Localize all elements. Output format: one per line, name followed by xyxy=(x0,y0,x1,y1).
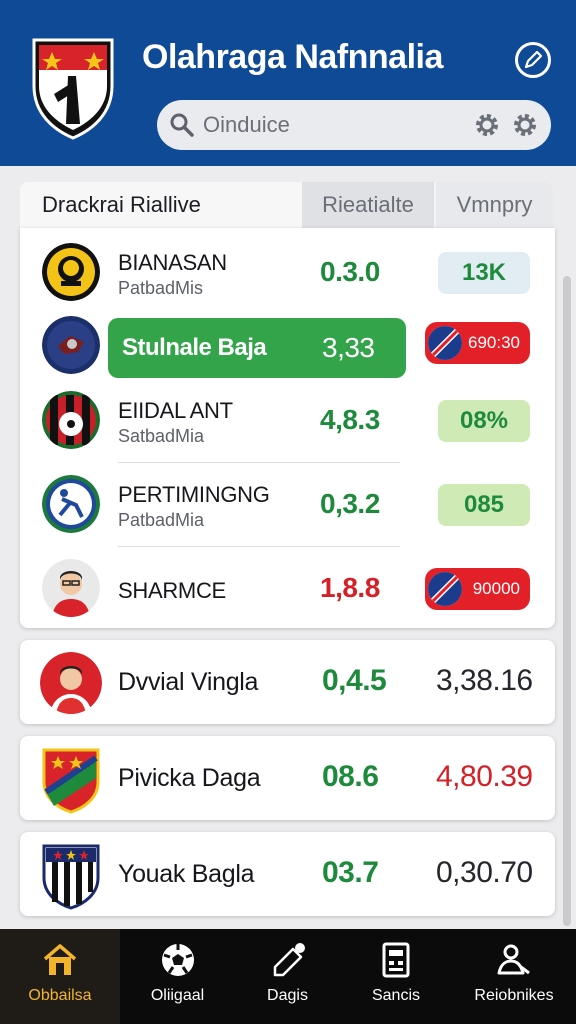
flag-emblem-icon xyxy=(428,326,462,360)
player-name: SHARMCE xyxy=(118,578,226,603)
soccer-ball-icon xyxy=(161,944,194,976)
club-crest-logo xyxy=(32,38,114,140)
team-subtitle: PatbadMis xyxy=(118,278,204,298)
team-subtitle: PatbadMia xyxy=(118,510,205,530)
team-name: Stulnale Baja xyxy=(122,334,267,361)
time-badge: 690:30 xyxy=(425,322,530,364)
team-name: Pivicka Daga xyxy=(118,764,261,792)
team-subtitle: SatbadMia xyxy=(118,426,205,446)
team-crest xyxy=(40,844,102,910)
nav-profile[interactable]: Reiobnikes xyxy=(452,929,576,1024)
edit-icon xyxy=(273,943,305,977)
total-value: 4,80.39 xyxy=(436,760,533,793)
score-value: 08.6 xyxy=(322,760,379,793)
player-avatar xyxy=(40,652,102,714)
pencil-icon xyxy=(524,50,543,69)
list-item[interactable]: EIIDAL ANT SatbadMia 4,8.3 08% xyxy=(20,378,555,462)
tab-live[interactable]: Drackrai Riallive xyxy=(20,182,302,228)
calculator-icon xyxy=(382,942,410,978)
badge-text: 90000 xyxy=(472,579,520,598)
team-name: BIANASAN xyxy=(118,250,227,275)
nav-home[interactable]: Obbailsa xyxy=(0,929,120,1024)
highlight-bar[interactable]: Stulnale Baja 3,33 xyxy=(108,318,406,378)
total-value: 0,30.70 xyxy=(436,856,533,889)
stat-badge: 13K xyxy=(438,252,530,294)
edit-button[interactable] xyxy=(515,42,551,78)
tab-bar: Drackrai Riallive Rieatialte Vmnpry xyxy=(20,182,553,228)
team-logo xyxy=(42,316,100,374)
app-title: Olahraga Nafnnalia xyxy=(142,38,443,76)
team-crest xyxy=(40,748,102,814)
score-value: 3,33 xyxy=(322,332,375,363)
total-value: 3,38.16 xyxy=(436,664,533,697)
player-card[interactable]: Dvvial Vingla 0,4.5 3,38.16 xyxy=(20,640,555,724)
team-name: PERTIMINGNG xyxy=(118,482,270,507)
stat-badge: 085 xyxy=(438,484,530,526)
list-item[interactable]: PERTIMINGNG PatbadMia 0,3.2 085 xyxy=(20,462,555,546)
player-avatar xyxy=(42,559,100,617)
score-value: 0,3.2 xyxy=(320,488,380,519)
score-value: 1,8.8 xyxy=(320,572,380,603)
team-name: Youak Bagla xyxy=(118,860,255,888)
filter-gear-icon[interactable] xyxy=(511,111,539,139)
scrollbar[interactable] xyxy=(563,276,571,926)
tab-results[interactable]: Rieatialte xyxy=(302,182,434,228)
nav-stats[interactable]: Sancis xyxy=(340,929,452,1024)
team-card[interactable]: Youak Bagla 03.7 0,30.70 xyxy=(20,832,555,916)
score-value: 03.7 xyxy=(322,856,379,889)
team-logo xyxy=(42,475,100,533)
score-value: 4,8.3 xyxy=(320,404,380,435)
nav-label: Dagis xyxy=(267,987,308,1004)
nav-matches[interactable]: Oliigaal xyxy=(120,929,235,1024)
settings-gear-icon[interactable] xyxy=(473,111,501,139)
list-item[interactable]: SHARMCE 1,8.8 90000 xyxy=(20,546,555,630)
search-icon[interactable] xyxy=(169,112,195,138)
nav-label: Reiobnikes xyxy=(474,987,554,1004)
score-value: 0.3.0 xyxy=(320,256,380,287)
team-card[interactable]: Pivicka Daga 08.6 4,80.39 xyxy=(20,736,555,820)
standings-card: BIANASAN PatbadMis 0.3.0 13K Stulnale Ba… xyxy=(20,228,555,628)
score-value: 0,4.5 xyxy=(322,664,387,697)
nav-data[interactable]: Dagis xyxy=(235,929,340,1024)
player-name: Dvvial Vingla xyxy=(118,668,259,696)
search-bar xyxy=(157,100,551,150)
tab-company[interactable]: Vmnpry xyxy=(436,182,553,228)
list-item[interactable]: BIANASAN PatbadMis 0.3.0 13K xyxy=(20,230,555,314)
nav-label: Sancis xyxy=(371,987,421,1004)
profile-icon xyxy=(497,944,530,975)
nav-label: Obbailsa xyxy=(28,987,92,1004)
app-header: Olahraga Nafnnalia xyxy=(0,0,576,166)
stat-badge: 08% xyxy=(438,400,530,442)
time-badge: 90000 xyxy=(425,568,530,610)
search-input[interactable] xyxy=(203,108,463,142)
nav-label: Oliigaal xyxy=(150,987,205,1004)
bottom-navigation: Obbailsa Oliigaal Dagis Sancis Reiobnike… xyxy=(0,929,576,1024)
badge-text: 690:30 xyxy=(468,333,520,352)
team-logo xyxy=(42,243,100,301)
flag-emblem-icon xyxy=(428,572,462,606)
team-logo xyxy=(42,391,100,449)
home-icon xyxy=(43,944,77,975)
team-name: EIIDAL ANT xyxy=(118,398,233,423)
